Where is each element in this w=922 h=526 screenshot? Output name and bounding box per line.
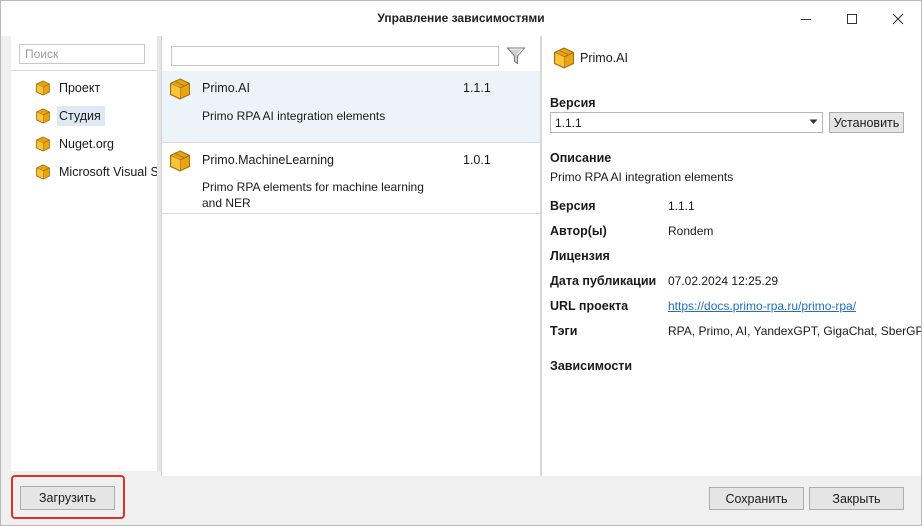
package-description: Primo RPA AI integration elements [202,109,386,123]
source-item-studio[interactable]: Студия [35,105,105,127]
package-row-primo-ai[interactable]: Primo.AI 1.1.1 Primo RPA AI integration … [162,71,540,143]
package-search-input[interactable] [171,46,499,66]
sources-panel: Проект Студия Nuget.org Micro [11,36,159,471]
dependencies-label: Зависимости [550,359,633,373]
field-label-license: Лицензия [550,249,610,263]
field-label-tags: Тэги [550,324,578,338]
package-description: Primo RPA elements for machine learning … [202,180,424,210]
field-label-publish-date: Дата публикации [550,274,657,288]
description-label: Описание [550,151,612,165]
close-window-button[interactable] [875,1,921,36]
package-version: 1.0.1 [463,153,491,167]
save-button[interactable]: Сохранить [709,487,804,510]
package-name: Primo.MachineLearning [202,153,335,167]
upload-button[interactable]: Загрузить [20,486,115,510]
field-value-version: 1.1.1 [668,199,695,213]
source-item-microsoft-visual-studio[interactable]: Microsoft Visual S [35,161,163,183]
maximize-icon [847,13,857,24]
package-icon [36,80,50,96]
field-label-authors: Автор(ы) [550,224,607,238]
minimize-button[interactable] [783,1,829,36]
package-icon [36,108,50,124]
dependency-manager-window: Управление зависимостями Проект [0,0,922,526]
field-label-project-url: URL проекта [550,299,629,313]
package-icon [554,47,574,69]
version-label: Версия [550,96,596,110]
description-text: Primo RPA AI integration elements [550,170,734,184]
details-package-name: Primo.AI [580,51,628,65]
sources-search-input[interactable] [19,44,145,64]
field-value-authors: Rondem [668,224,714,238]
package-details-panel: Primo.AI Версия 1.1.1 Установить Описани… [542,36,921,476]
package-icon [170,78,190,100]
package-icon [170,150,190,172]
title-bar: Управление зависимостями [1,1,921,36]
source-item-nuget[interactable]: Nuget.org [35,133,118,155]
field-value-publish-date: 07.02.2024 12:25.29 [668,274,779,288]
packages-panel: Primo.AI 1.1.1 Primo RPA AI integration … [161,36,540,476]
source-item-label: Nuget.org [59,137,114,151]
package-icon [36,164,50,180]
maximize-button[interactable] [829,1,875,36]
source-item-label: Студия [57,106,105,126]
version-select-value: 1.1.1 [555,115,582,130]
source-item-label: Microsoft Visual S [59,165,159,179]
project-url-link[interactable]: https://docs.primo-rpa.ru/primo-rpa/ [668,299,856,313]
package-name: Primo.AI [202,81,250,95]
field-value-tags: RPA, Primo, AI, YandexGPT, GigaChat, Sbe… [668,324,921,338]
package-version: 1.1.1 [463,81,491,95]
filter-icon [506,47,526,65]
close-icon [892,13,904,24]
divider [11,70,157,71]
version-select[interactable]: 1.1.1 [550,112,823,133]
source-item-label: Проект [59,81,101,95]
package-row-primo-machinelearning[interactable]: Primo.MachineLearning 1.0.1 Primo RPA el… [162,143,540,214]
close-button[interactable]: Закрыть [809,487,904,510]
package-icon [36,136,50,152]
minimize-icon [801,18,811,20]
chevron-down-icon [809,119,818,124]
install-button[interactable]: Установить [829,112,904,133]
source-item-project[interactable]: Проект [35,77,104,99]
field-label-version: Версия [550,199,596,213]
filter-button[interactable] [504,45,528,67]
